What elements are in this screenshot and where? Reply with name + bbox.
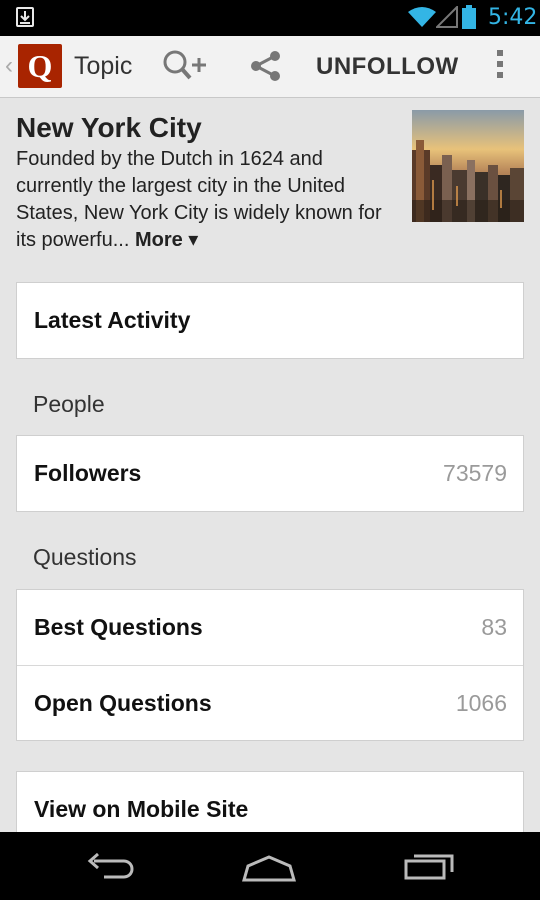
download-notification-icon — [16, 7, 34, 27]
search-add-icon[interactable] — [160, 48, 210, 84]
open-questions-label: Open Questions — [34, 690, 212, 716]
topic-image — [412, 110, 524, 222]
home-icon[interactable] — [240, 854, 298, 882]
people-card: Followers 73579 — [16, 435, 524, 512]
topic-title: New York City — [16, 112, 202, 143]
best-questions-label: Best Questions — [34, 614, 203, 640]
best-questions-row[interactable]: Best Questions 83 — [17, 590, 523, 665]
open-questions-count: 1066 — [455, 690, 507, 716]
people-section-label: People — [33, 391, 105, 417]
more-link[interactable]: More ▾ — [135, 229, 198, 251]
action-bar: ‹ Q Topic UNFOLLOW — [0, 36, 540, 98]
status-bar: 5:42 — [0, 0, 540, 36]
navigation-bar — [0, 832, 540, 900]
latest-activity-card: Latest Activity — [16, 282, 524, 359]
questions-card: Best Questions 83 Open Questions 1066 — [16, 589, 524, 741]
questions-section-label: Questions — [33, 544, 137, 570]
up-caret-icon[interactable]: ‹ — [5, 52, 13, 80]
mobile-site-card: View on Mobile Site — [16, 771, 524, 832]
followers-label: Followers — [34, 460, 142, 486]
share-icon[interactable] — [248, 48, 284, 84]
app-logo[interactable]: Q — [18, 44, 62, 88]
followers-count: 73579 — [443, 460, 507, 486]
view-mobile-site-label: View on Mobile Site — [34, 796, 249, 822]
wifi-icon — [408, 7, 436, 27]
screen-title[interactable]: Topic — [74, 52, 132, 81]
back-icon[interactable] — [84, 852, 140, 880]
status-time: 5:42 — [488, 5, 538, 30]
followers-row[interactable]: Followers 73579 — [17, 436, 523, 511]
topic-description: Founded by the Dutch in 1624 and current… — [16, 146, 404, 254]
recent-apps-icon[interactable] — [402, 852, 458, 880]
open-questions-row[interactable]: Open Questions 1066 — [17, 665, 523, 740]
signal-icon — [436, 6, 458, 28]
best-questions-count: 83 — [481, 614, 507, 640]
latest-activity-row[interactable]: Latest Activity — [17, 283, 523, 358]
battery-icon — [462, 5, 476, 29]
topic-description-text: Founded by the Dutch in 1624 and current… — [16, 148, 382, 251]
overflow-menu-icon[interactable] — [494, 50, 506, 82]
latest-activity-label: Latest Activity — [34, 307, 191, 333]
unfollow-button[interactable]: UNFOLLOW — [316, 53, 459, 81]
